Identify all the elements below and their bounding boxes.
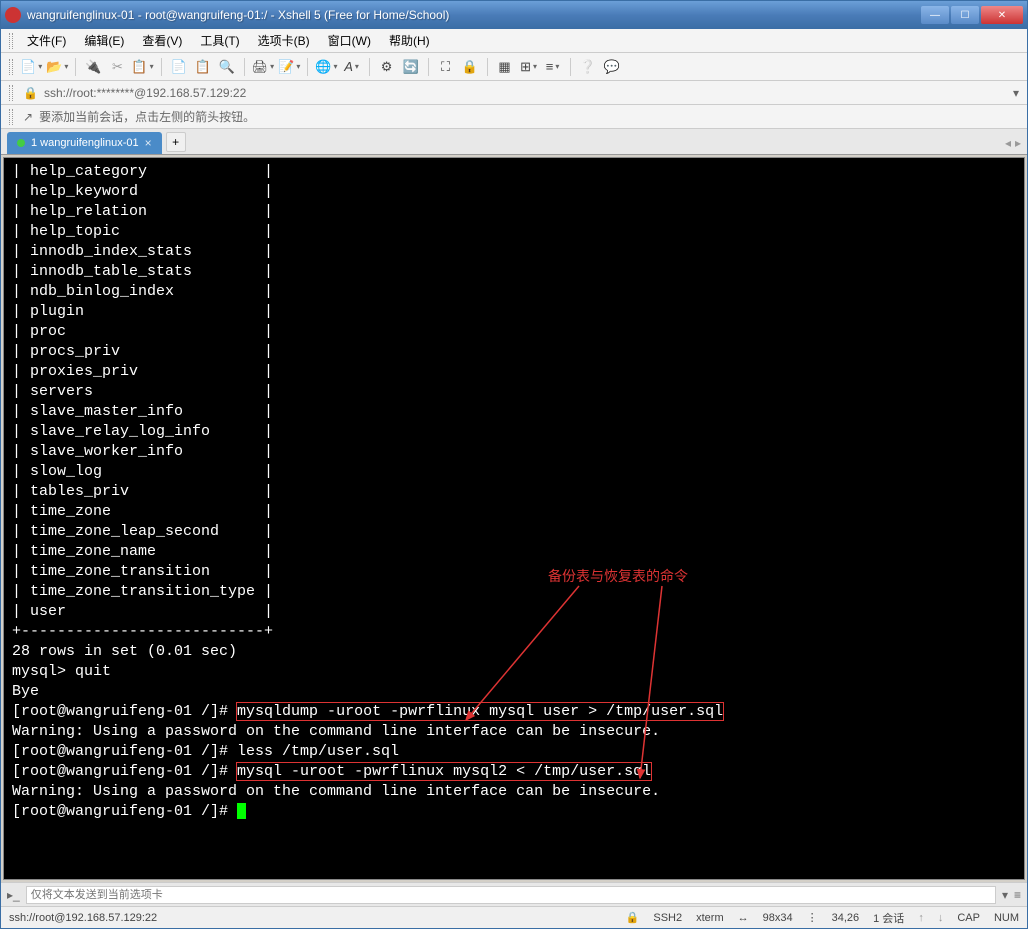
session-tab[interactable]: 1 wangruifenglinux-01 × [7, 132, 162, 154]
menu-view[interactable]: 查看(V) [134, 30, 190, 51]
status-num: NUM [994, 912, 1019, 924]
open-button[interactable]: 📂 [45, 56, 69, 78]
menu-window[interactable]: 窗口(W) [320, 30, 379, 51]
titlebar-text: wangruifenglinux-01 - root@wangruifeng-0… [27, 8, 921, 22]
tabbar: 1 wangruifenglinux-01 × + ◂ ▸ [1, 129, 1027, 155]
sendbar: ▸_ ▾ ≡ [1, 882, 1027, 906]
addressbar-text[interactable]: ssh://root:********@192.168.57.129:22 [44, 86, 246, 100]
status-up-icon: ↑ [918, 912, 924, 924]
status-sessions: 1 会话 [873, 910, 904, 926]
status-size-icon: ↔ [738, 912, 749, 924]
send-menu-icon[interactable]: ≡ [1014, 888, 1021, 902]
statusbar: ssh://root@192.168.57.129:22 🔒 SSH2 xter… [1, 906, 1027, 928]
status-pos-icon: ⋮ [807, 911, 818, 924]
hint-text: 要添加当前会话，点击左侧的箭头按钮。 [39, 108, 255, 125]
titlebar: wangruifenglinux-01 - root@wangruifeng-0… [1, 1, 1027, 29]
tab-prev-icon[interactable]: ◂ [1005, 136, 1011, 150]
app-icon [5, 7, 21, 23]
properties-button[interactable]: 📋 [130, 56, 154, 78]
xftp-button[interactable]: 🔄 [400, 56, 422, 78]
status-term: xterm [696, 912, 724, 924]
split-button[interactable]: ⊞ [518, 56, 540, 78]
close-button[interactable]: ✕ [981, 6, 1023, 24]
toolbar: 📄 📂 🔌 ✂ 📋 📄 📋 🔍 🖨 📝 🌐 A ⚙ 🔄 ⛶ 🔒 ▦ ⊞ ≡ ❔ … [1, 53, 1027, 81]
log-button[interactable]: 📝 [277, 56, 301, 78]
status-ssh: SSH2 [653, 912, 682, 924]
fullscreen-button[interactable]: ⛶ [435, 56, 457, 78]
status-conn: ssh://root@192.168.57.129:22 [9, 912, 612, 924]
hintbar-grip[interactable] [9, 109, 13, 125]
find-button[interactable]: 🔍 [216, 56, 238, 78]
paste-button[interactable]: 📋 [192, 56, 214, 78]
tile-button[interactable]: ≡ [542, 56, 564, 78]
print-button[interactable]: 🖨 [251, 56, 276, 78]
xagent-button[interactable]: ⚙ [376, 56, 398, 78]
new-tab-button[interactable]: + [166, 132, 186, 152]
new-session-button[interactable]: 📄 [19, 56, 43, 78]
disconnect-button[interactable]: ✂ [106, 56, 128, 78]
menu-tabs[interactable]: 选项卡(B) [250, 30, 318, 51]
send-input[interactable] [26, 886, 996, 904]
menu-edit[interactable]: 编辑(E) [76, 30, 132, 51]
addressbar-dropdown-icon[interactable]: ▾ [1013, 86, 1019, 100]
addressbar: 🔒 ssh://root:********@192.168.57.129:22 … [1, 81, 1027, 105]
layout-button[interactable]: ▦ [494, 56, 516, 78]
terminal[interactable]: | help_category || help_keyword || help_… [3, 157, 1025, 880]
lock-icon: 🔒 [23, 86, 38, 100]
status-size: 98x34 [763, 912, 793, 924]
status-ssh-icon: 🔒 [626, 911, 640, 924]
font-button[interactable]: A [341, 56, 363, 78]
tab-next-icon[interactable]: ▸ [1015, 136, 1021, 150]
hintbar: ↗ 要添加当前会话，点击左侧的箭头按钮。 [1, 105, 1027, 129]
menu-grip[interactable] [9, 33, 13, 49]
status-pos: 34,26 [832, 912, 860, 924]
maximize-button[interactable]: ☐ [951, 6, 979, 24]
menu-tools[interactable]: 工具(T) [192, 30, 247, 51]
encoding-button[interactable]: 🌐 [314, 56, 338, 78]
help-button[interactable]: ❔ [577, 56, 599, 78]
menubar: 文件(F) 编辑(E) 查看(V) 工具(T) 选项卡(B) 窗口(W) 帮助(… [1, 29, 1027, 53]
addressbar-grip[interactable] [9, 85, 13, 101]
compose-button[interactable]: 💬 [601, 56, 623, 78]
menu-file[interactable]: 文件(F) [19, 30, 74, 51]
copy-button[interactable]: 📄 [168, 56, 190, 78]
status-caps: CAP [957, 912, 980, 924]
minimize-button[interactable]: — [921, 6, 949, 24]
hint-icon: ↗ [23, 110, 33, 124]
tab-label: 1 wangruifenglinux-01 [31, 137, 139, 149]
lock-button[interactable]: 🔒 [459, 56, 481, 78]
annotation-text: 备份表与恢复表的命令 [548, 566, 688, 586]
send-dropdown-icon[interactable]: ▾ [1002, 888, 1008, 902]
toolbar-grip[interactable] [9, 59, 13, 75]
status-dot-icon [17, 139, 25, 147]
tab-close-icon[interactable]: × [145, 136, 152, 150]
menu-help[interactable]: 帮助(H) [381, 30, 438, 51]
send-icon: ▸_ [7, 888, 20, 902]
status-down-icon: ↓ [938, 912, 944, 924]
reconnect-button[interactable]: 🔌 [82, 56, 104, 78]
